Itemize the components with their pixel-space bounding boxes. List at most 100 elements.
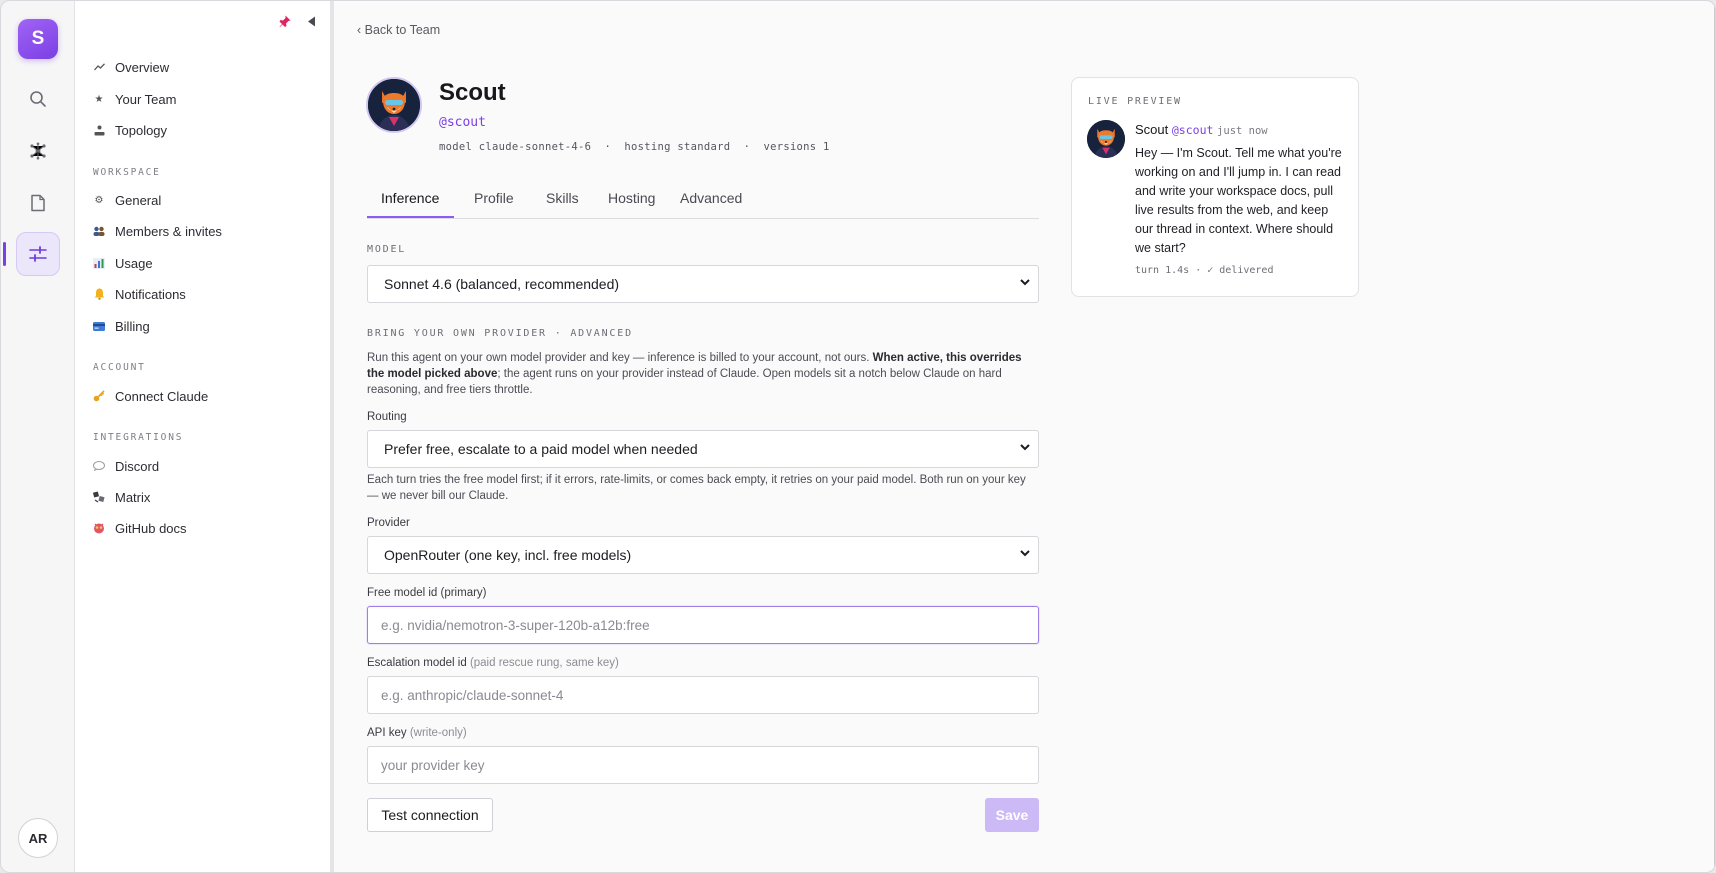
byop-help-text: Run this agent on your own model provide… xyxy=(367,352,1022,396)
chevron-down-icon xyxy=(1020,279,1030,286)
free-model-placeholder: e.g. nvidia/nemotron-3-super-120b-a12b:f… xyxy=(381,617,650,633)
escalation-model-label: Escalation model id (paid rescue rung, s… xyxy=(367,657,619,669)
routing-help-text: Each turn tries the free model first; if… xyxy=(367,474,1026,502)
tab-profile[interactable]: Profile xyxy=(474,190,514,206)
tab-bar: Inference Profile Skills Hosting Advance… xyxy=(367,183,1039,219)
provider-label: Provider xyxy=(367,517,410,529)
bar-chart-icon xyxy=(93,257,105,269)
model-label: MODEL xyxy=(367,244,407,255)
routing-select[interactable]: Prefer free, escalate to a paid model wh… xyxy=(367,430,1039,468)
tab-hosting[interactable]: Hosting xyxy=(608,190,655,206)
agent-name: Scout xyxy=(439,79,506,106)
sidebar-item-label: Usage xyxy=(115,255,153,271)
sidebar-item-label: Billing xyxy=(115,318,150,334)
integrations-heading: INTEGRATIONS xyxy=(93,432,184,443)
team-icon: ★ xyxy=(94,93,104,105)
sliders-icon xyxy=(29,246,47,262)
graph-button[interactable] xyxy=(16,129,60,173)
tab-inference[interactable]: Inference xyxy=(381,190,439,206)
preview-message-header: Scout @scout just now xyxy=(1135,122,1268,137)
sidebar-item-label: Notifications xyxy=(115,286,186,302)
provider-select[interactable]: OpenRouter (one key, incl. free models) xyxy=(367,536,1039,574)
sidebar-item-label: GitHub docs xyxy=(115,520,187,536)
chevron-down-icon xyxy=(1020,550,1030,557)
sidebar-item-label: Connect Claude xyxy=(115,388,209,404)
chat-icon xyxy=(93,460,105,472)
sidebar-item-general[interactable]: ⚙ General xyxy=(93,188,162,212)
chevron-down-icon xyxy=(1020,444,1030,451)
user-avatar[interactable]: AR xyxy=(18,818,58,858)
gear-icon: ⚙ xyxy=(94,194,104,206)
sidebar-item-label: Matrix xyxy=(115,489,151,505)
back-to-team-link[interactable]: ‹ Back to Team xyxy=(357,23,440,37)
settings-button[interactable] xyxy=(16,232,60,276)
account-heading: ACCOUNT xyxy=(93,362,146,373)
documents-button[interactable] xyxy=(16,181,60,225)
sidebar-item-members[interactable]: Members & invites xyxy=(93,219,222,243)
sidebar-item-github-docs[interactable]: GitHub docs xyxy=(93,516,187,540)
preview-avatar xyxy=(1087,120,1125,158)
sidebar-item-usage[interactable]: Usage xyxy=(93,251,153,275)
collapse-sidebar-icon[interactable] xyxy=(307,16,316,27)
topology-icon xyxy=(93,124,105,136)
pin-icon[interactable] xyxy=(279,15,291,28)
sidebar-item-notifications[interactable]: Notifications xyxy=(93,282,186,306)
escalation-model-placeholder: e.g. anthropic/claude-sonnet-4 xyxy=(381,687,564,703)
model-select[interactable]: Sonnet 4.6 (balanced, recommended) xyxy=(367,265,1039,303)
api-key-label: API key (write-only) xyxy=(367,727,467,739)
sidebar: Overview ★ Your Team Topology WORKSPACE … xyxy=(75,1,334,872)
sidebar-item-label: Overview xyxy=(115,59,170,75)
preview-message-body: Hey — I'm Scout. Tell me what you're wor… xyxy=(1135,146,1342,255)
app-window: S AR Overview ★ Your Team Topology WORKS… xyxy=(0,0,1716,873)
matrix-icon xyxy=(93,491,105,503)
main-content: ‹ Back to Team Scout @scout model claude… xyxy=(335,1,1715,872)
tab-advanced[interactable]: Advanced xyxy=(680,190,742,206)
document-icon xyxy=(31,194,45,212)
sidebar-item-label: Members & invites xyxy=(115,223,222,239)
live-preview-title: LIVE PREVIEW xyxy=(1088,96,1182,107)
escalation-model-input[interactable]: e.g. anthropic/claude-sonnet-4 xyxy=(367,676,1039,714)
api-key-input[interactable]: your provider key xyxy=(367,746,1039,784)
routing-label: Routing xyxy=(367,411,407,423)
api-key-placeholder: your provider key xyxy=(381,757,485,773)
preview-message-footer: turn 1.4s · ✓ delivered xyxy=(1135,265,1274,276)
test-connection-button[interactable]: Test connection xyxy=(367,798,493,832)
free-model-input[interactable]: e.g. nvidia/nemotron-3-super-120b-a12b:f… xyxy=(367,606,1039,644)
github-icon xyxy=(93,522,105,534)
active-indicator xyxy=(3,242,6,266)
members-icon xyxy=(93,225,105,237)
search-button[interactable] xyxy=(16,77,60,121)
search-icon xyxy=(30,91,46,107)
sidebar-item-label: Topology xyxy=(115,122,168,138)
bell-icon xyxy=(93,288,105,300)
sidebar-item-your-team[interactable]: ★ Your Team xyxy=(93,87,177,111)
sidebar-item-topology[interactable]: Topology xyxy=(93,118,167,142)
card-icon xyxy=(93,320,105,332)
save-button[interactable]: Save xyxy=(985,798,1039,832)
free-model-label: Free model id (primary) xyxy=(367,587,487,599)
model-select-value: Sonnet 4.6 (balanced, recommended) xyxy=(384,276,620,292)
sidebar-item-discord[interactable]: Discord xyxy=(93,454,159,478)
live-preview-card: LIVE PREVIEW Scout @scout just now Hey —… xyxy=(1071,77,1359,297)
agent-handle: @scout xyxy=(439,115,486,130)
sidebar-item-overview[interactable]: Overview xyxy=(93,55,169,79)
sidebar-item-label: Your Team xyxy=(115,91,177,107)
graph-icon xyxy=(30,142,46,160)
sidebar-item-connect-claude[interactable]: Connect Claude xyxy=(93,384,208,408)
routing-select-value: Prefer free, escalate to a paid model wh… xyxy=(384,441,698,457)
key-icon xyxy=(93,390,105,402)
sidebar-item-billing[interactable]: Billing xyxy=(93,314,150,338)
agent-avatar xyxy=(366,77,422,133)
provider-select-value: OpenRouter (one key, incl. free models) xyxy=(384,547,632,563)
agent-meta: model claude-sonnet-4-6 · hosting standa… xyxy=(439,141,830,153)
sidebar-item-label: Discord xyxy=(115,458,160,474)
tab-skills[interactable]: Skills xyxy=(546,190,579,206)
trend-icon xyxy=(93,61,105,73)
sidebar-item-label: General xyxy=(115,192,162,208)
icon-rail: S AR xyxy=(1,1,75,872)
active-tab-underline xyxy=(367,216,454,218)
workspace-logo[interactable]: S xyxy=(18,19,58,59)
workspace-heading: WORKSPACE xyxy=(93,167,161,178)
sidebar-item-matrix[interactable]: Matrix xyxy=(93,485,150,509)
byop-heading: BRING YOUR OWN PROVIDER · ADVANCED xyxy=(367,328,633,339)
